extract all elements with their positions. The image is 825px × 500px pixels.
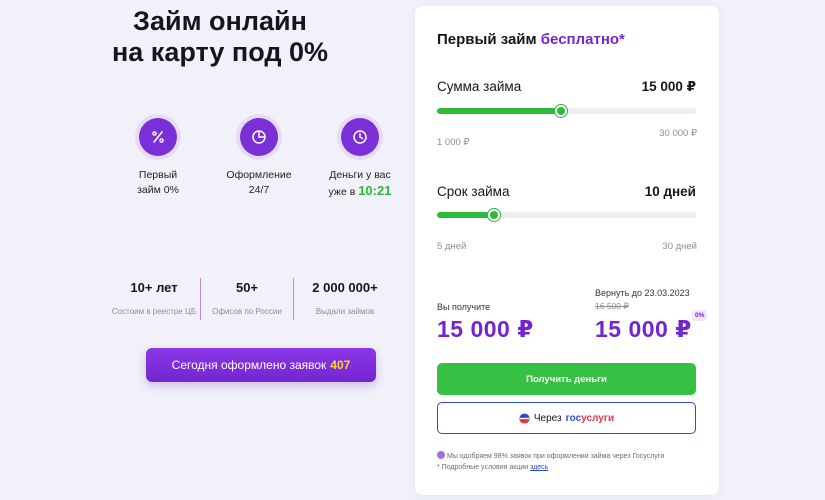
pie-chart-icon [240,118,278,156]
feature-money-time: Деньги у вас уже в 10:21 [315,118,405,200]
card-title: Первый займ бесплатно* [437,31,625,48]
feature-label: Первый займ 0% [137,169,179,196]
percent-icon [139,118,177,156]
stat-caption: Состоим в реестре ЦБ [111,307,197,316]
stat-value: 2 000 000+ [312,280,378,295]
stat-loans: 2 000 000+ Выдали займов [294,278,396,322]
stat-years: 10+ лет Состоим в реестре ЦБ [108,278,200,322]
hero-title: Займ онлайн на карту под 0% [60,6,380,68]
feature-label: Оформление 24/7 [226,169,292,196]
amount-max: 30 000 ₽ [659,128,697,139]
amount-slider[interactable] [437,105,696,117]
term-slider[interactable] [437,209,696,221]
amount-slider-fill [437,108,562,114]
gosuslugi-icon [519,412,530,424]
term-value: 10 дней [644,184,696,199]
stat-value: 10+ лет [130,280,178,295]
amount-slider-thumb[interactable] [555,105,568,117]
get-money-button[interactable]: Получить деньги [437,363,696,395]
stats-row: 10+ лет Состоим в реестре ЦБ 50+ Офисов … [108,278,398,322]
receive-label: Вы получите [437,302,491,312]
term-header: Срок займа 10 дней [437,184,696,199]
amount-value: 15 000 ₽ [641,79,696,94]
note-approval: Мы одобряем 98% заявок при оформлении за… [447,453,665,460]
receive-value: 15 000 ₽ [437,316,534,342]
notes: Мы одобряем 98% заявок при оформлении за… [437,451,664,473]
promo-section: Займ онлайн на карту под 0% Первый займ … [0,0,410,500]
card-title-accent: бесплатно* [540,31,625,48]
gosuslugi-button[interactable]: Через госуслуги [437,402,696,434]
gosuslugi-prefix: Через [533,412,562,424]
feature-first-loan: Первый займ 0% [113,118,203,198]
gosuslugi-brand: госуслуги [565,412,615,424]
return-value: 15 000 ₽ [595,316,692,342]
term-slider-thumb[interactable] [487,209,500,221]
term-min: 5 дней [437,241,467,252]
term-max: 30 дней [662,241,697,252]
time-value: 10:21 [358,183,392,198]
zero-percent-badge: 0% [692,310,708,321]
return-date-label: Вернуть до 23.03.2023 [595,288,690,298]
hero-title-line1: Займ онлайн [133,6,307,36]
return-old-value: 16 500 ₽ [595,301,629,311]
stat-caption: Офисов по России [212,307,282,316]
stat-value: 50+ [235,280,259,295]
applications-today-label: Сегодня оформлено заявок [171,358,327,372]
amount-header: Сумма займа 15 000 ₽ [437,79,696,95]
applications-count: 407 [330,358,351,372]
feature-label: Деньги у вас уже в 10:21 [328,169,392,198]
info-dot-icon [437,451,445,459]
amount-min: 1 000 ₽ [437,137,470,148]
note-terms: * Подробные условия акции [437,464,529,471]
stat-offices: 50+ Офисов по России [201,278,293,322]
hero-title-line2: на карту под 0% [111,37,328,67]
terms-link[interactable]: здесь [530,464,548,471]
applications-today-button[interactable]: Сегодня оформлено заявок 407 [146,348,376,382]
amount-label: Сумма займа [437,79,522,94]
feature-24-7: Оформление 24/7 [214,118,304,198]
clock-icon [341,118,379,156]
loan-calculator-card: Первый займ бесплатно* Сумма займа 15 00… [415,6,719,495]
stat-caption: Выдали займов [315,307,375,316]
term-slider-fill [437,212,494,218]
term-label: Срок займа [437,184,510,199]
